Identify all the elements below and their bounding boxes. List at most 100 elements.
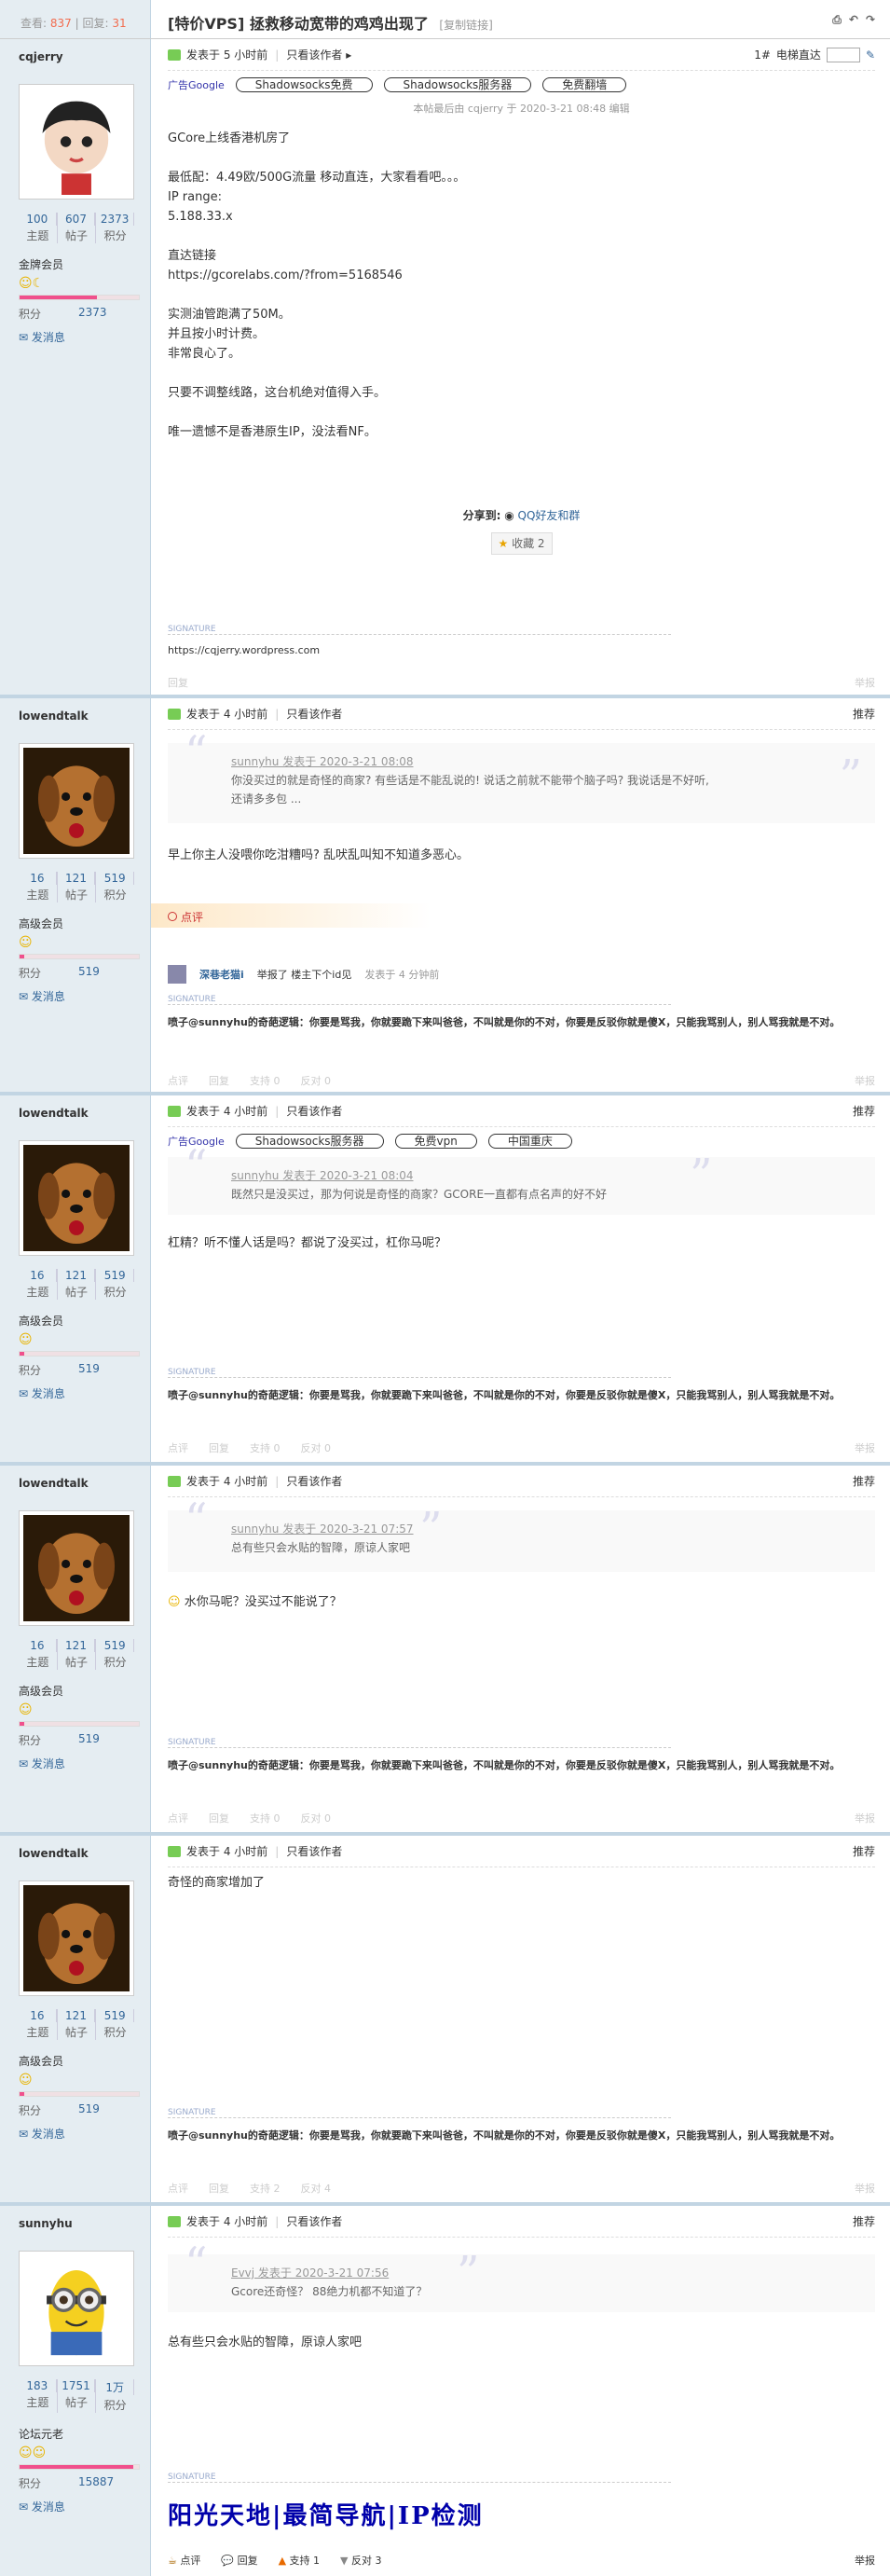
only-author-link[interactable]: 只看该作者 (286, 1473, 342, 1489)
share-qq-link[interactable]: QQ好友和群 (518, 509, 581, 522)
credits-count[interactable]: 519 (96, 872, 135, 885)
author-name[interactable]: sunnyhu (19, 2217, 150, 2230)
report-link[interactable]: 举报 (855, 1440, 875, 1455)
ad-link[interactable]: Shadowsocks服务器 (383, 77, 532, 92)
reply-button[interactable]: 回复 (209, 1440, 229, 1455)
only-author-link[interactable]: 只看该作者 (286, 47, 342, 62)
oppose-button[interactable]: 反对 0 (301, 1073, 332, 1088)
rater-avatar[interactable] (168, 965, 186, 984)
quote-header[interactable]: sunnyhu 发表于 2020-3-21 07:57 (231, 1520, 875, 1538)
reply-button[interactable]: 回复 (209, 1073, 229, 1088)
quote-header[interactable]: sunnyhu 发表于 2020-3-21 08:04 (231, 1166, 875, 1185)
credits-count[interactable]: 519 (96, 2009, 135, 2022)
wrench-icon[interactable]: ✎ (866, 48, 875, 62)
credits-count[interactable]: 2373 (96, 213, 135, 226)
rater-name[interactable]: 深巷老猫i (199, 967, 244, 982)
send-message-link[interactable]: 发消息 (32, 990, 65, 1003)
support-button[interactable]: 支持 0 (250, 1811, 281, 1825)
recommend-link[interactable]: 推荐 (853, 1103, 875, 1119)
posts-count[interactable]: 121 (58, 1639, 96, 1652)
user-group[interactable]: 高级会员 (19, 2053, 150, 2069)
author-name[interactable]: lowendtalk (19, 709, 150, 723)
ad-link[interactable]: Shadowsocks服务器 (235, 1134, 384, 1149)
send-message-link[interactable]: 发消息 (32, 2128, 65, 2141)
rate-button[interactable]: 点评 (168, 1811, 188, 1825)
author-name[interactable]: lowendtalk (19, 1107, 150, 1120)
report-link[interactable]: 举报 (855, 2181, 875, 2196)
ad-link[interactable]: 免费vpn (394, 1134, 477, 1149)
avatar[interactable] (19, 1510, 134, 1626)
support-button[interactable]: 支持 0 (250, 1440, 281, 1455)
user-group[interactable]: 金牌会员 (19, 256, 150, 272)
avatar[interactable] (19, 84, 134, 200)
reply-button[interactable]: 回复 (209, 2181, 229, 2196)
credits-count[interactable]: 519 (96, 1269, 135, 1282)
support-button[interactable]: 支持 2 (250, 2181, 281, 2196)
report-link[interactable]: 举报 (855, 675, 875, 690)
signature-links[interactable]: 阳光天地|最简导航|IP检测 (168, 2497, 484, 2531)
send-message-link[interactable]: 发消息 (32, 2500, 65, 2514)
content-link[interactable]: https://gcorelabs.com/?from=5168546 (168, 266, 875, 285)
posts-count[interactable]: 1751 (58, 2379, 96, 2392)
print-icon[interactable]: ⎙ (832, 13, 842, 27)
topics-count[interactable]: 16 (19, 2009, 57, 2022)
avatar[interactable] (19, 1880, 134, 1996)
topics-count[interactable]: 183 (19, 2379, 57, 2392)
signature-link[interactable]: https://cqjerry.wordpress.com (168, 643, 876, 658)
oppose-button[interactable]: 反对 0 (301, 1440, 332, 1455)
avatar[interactable] (19, 2251, 134, 2366)
author-name[interactable]: cqjerry (19, 50, 150, 63)
send-message-link[interactable]: 发消息 (32, 331, 65, 344)
topics-count[interactable]: 16 (19, 872, 57, 885)
report-link[interactable]: 举报 (855, 1811, 875, 1825)
quote-header[interactable]: Evvj 发表于 2020-3-21 07:56 (231, 2264, 875, 2282)
recommend-link[interactable]: 推荐 (853, 2213, 875, 2229)
user-group[interactable]: 高级会员 (19, 1683, 150, 1699)
author-name[interactable]: lowendtalk (19, 1477, 150, 1490)
prev-thread-icon[interactable]: ↶ (849, 13, 858, 27)
avatar[interactable] (19, 743, 134, 859)
report-link[interactable]: 举报 (855, 1073, 875, 1088)
ad-link[interactable]: 中国重庆 (487, 1134, 572, 1149)
rate-button[interactable]: 点评 (168, 1073, 188, 1088)
user-group[interactable]: 高级会员 (19, 916, 150, 931)
favorite-button[interactable]: ★ 收藏 2 (490, 532, 553, 555)
posts-count[interactable]: 121 (58, 872, 96, 885)
quote-header[interactable]: sunnyhu 发表于 2020-3-21 08:08 (231, 752, 875, 771)
report-link[interactable]: 举报 (855, 2553, 875, 2568)
avatar[interactable] (19, 1140, 134, 1256)
only-author-link[interactable]: 只看该作者 (286, 2213, 342, 2229)
reply-button[interactable]: 回复 (168, 675, 188, 690)
only-author-link[interactable]: 只看该作者 (286, 1103, 342, 1119)
posts-count[interactable]: 121 (58, 2009, 96, 2022)
oppose-button[interactable]: ▼ 反对 3 (340, 2553, 381, 2568)
oppose-button[interactable]: 反对 4 (301, 2181, 332, 2196)
rate-button[interactable]: ☕ 点评 (168, 2553, 200, 2568)
recommend-link[interactable]: 推荐 (853, 1843, 875, 1859)
credits-count[interactable]: 1万 (96, 2379, 135, 2395)
ad-link[interactable]: 免费翻墙 (542, 77, 627, 92)
topics-count[interactable]: 100 (19, 213, 57, 226)
send-message-link[interactable]: 发消息 (32, 1387, 65, 1400)
send-message-link[interactable]: 发消息 (32, 1757, 65, 1770)
recommend-link[interactable]: 推荐 (853, 706, 875, 722)
only-author-link[interactable]: 只看该作者 (286, 1843, 342, 1859)
reply-button[interactable]: 💬 回复 (221, 2553, 257, 2568)
posts-count[interactable]: 121 (58, 1269, 96, 1282)
ad-label[interactable]: 广告Google (168, 77, 225, 92)
next-thread-icon[interactable]: ↷ (866, 13, 875, 27)
floor-number[interactable]: 1# (754, 48, 771, 62)
author-name[interactable]: lowendtalk (19, 1847, 150, 1860)
thread-title[interactable]: [特价VPS] 拯救移动宽带的鸡鸡出现了 (168, 15, 429, 33)
posts-count[interactable]: 607 (58, 213, 96, 226)
oppose-button[interactable]: 反对 0 (301, 1811, 332, 1825)
user-group[interactable]: 高级会员 (19, 1313, 150, 1329)
support-button[interactable]: ▲ 支持 1 (279, 2553, 320, 2568)
ad-link[interactable]: Shadowsocks免费 (235, 77, 373, 92)
topics-count[interactable]: 16 (19, 1639, 57, 1652)
support-button[interactable]: 支持 0 (250, 1073, 281, 1088)
rate-button[interactable]: 点评 (168, 2181, 188, 2196)
floor-jump-input[interactable] (826, 47, 860, 62)
topics-count[interactable]: 16 (19, 1269, 57, 1282)
user-group[interactable]: 论坛元老 (19, 2426, 150, 2442)
